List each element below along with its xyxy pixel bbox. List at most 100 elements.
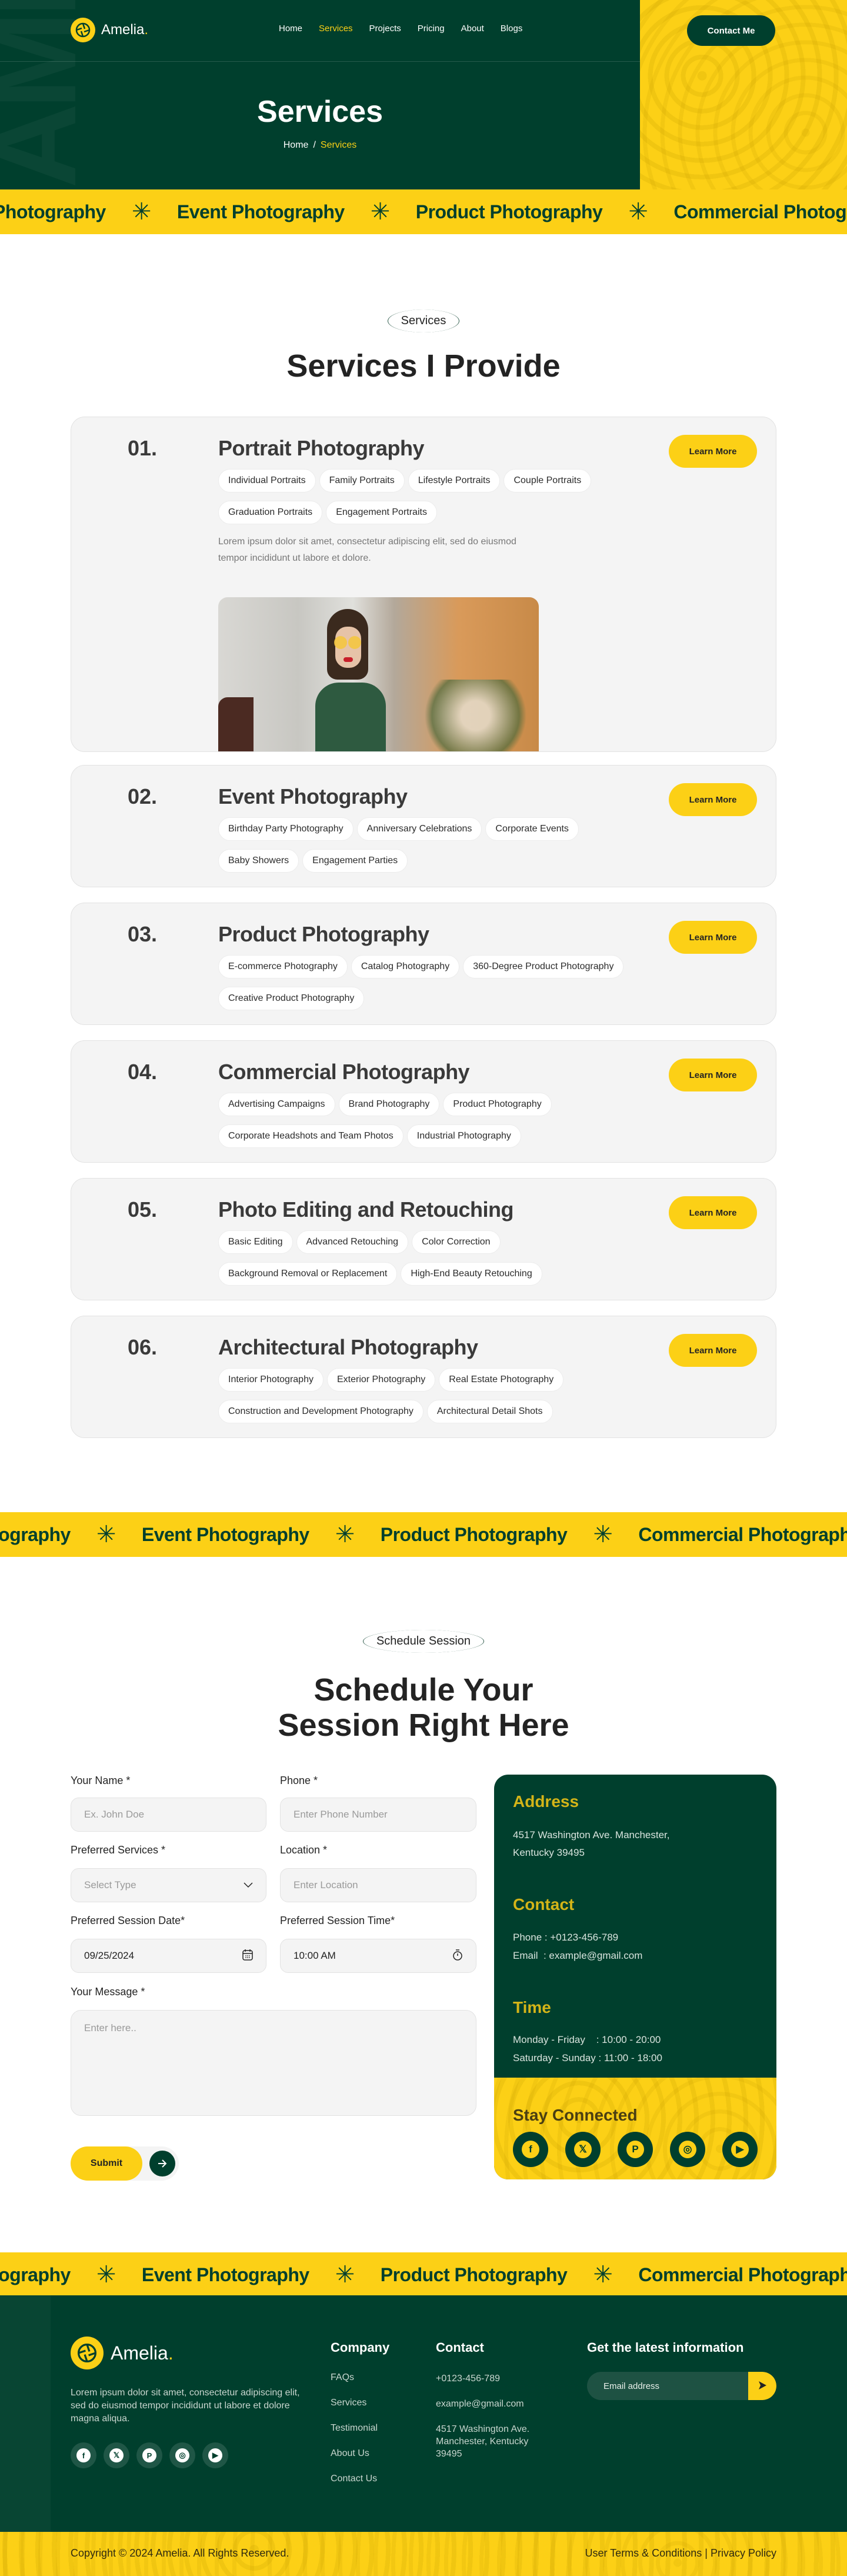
photo-subject bbox=[309, 609, 386, 751]
service-card: 01. Portrait Photography Learn More Indi… bbox=[71, 417, 776, 752]
footer-email: example@gmail.com bbox=[436, 2399, 524, 2409]
youtube-icon: ▶ bbox=[208, 2448, 222, 2462]
breadcrumb-home[interactable]: Home bbox=[284, 140, 309, 150]
nav-pricing[interactable]: Pricing bbox=[418, 24, 445, 34]
stopwatch-icon[interactable] bbox=[452, 1949, 463, 1963]
service-number: 03. bbox=[128, 922, 158, 946]
instagram-link[interactable]: ◎ bbox=[670, 2132, 705, 2167]
instagram-link[interactable]: ◎ bbox=[169, 2442, 195, 2468]
service-number: 01. bbox=[128, 436, 158, 460]
pinterest-icon: P bbox=[142, 2448, 156, 2462]
arrow-right-icon[interactable] bbox=[149, 2151, 175, 2176]
facebook-link[interactable]: f bbox=[71, 2442, 96, 2468]
footer-link-services[interactable]: Services bbox=[331, 2398, 366, 2408]
location-label: Location * bbox=[280, 1844, 328, 1856]
youtube-link[interactable]: ▶ bbox=[202, 2442, 228, 2468]
service-tag: Industrial Photography bbox=[406, 1124, 521, 1148]
time-field[interactable]: 10:00 AM bbox=[280, 1939, 476, 1973]
name-label: Your Name * bbox=[71, 1775, 131, 1786]
pinterest-link[interactable]: P bbox=[618, 2132, 653, 2167]
phone-field[interactable] bbox=[280, 1798, 476, 1832]
service-card: 04. Commercial Photography Learn More Ad… bbox=[71, 1040, 776, 1163]
x-link[interactable]: 𝕏 bbox=[565, 2132, 601, 2167]
footer-link-contact[interactable]: Contact Us bbox=[331, 2474, 377, 2484]
facebook-link[interactable]: f bbox=[513, 2132, 548, 2167]
learn-more-button[interactable]: Learn More bbox=[669, 1059, 757, 1091]
service-number: 05. bbox=[128, 1197, 158, 1222]
brand-name: Amelia. bbox=[111, 2342, 174, 2364]
phone-input[interactable] bbox=[294, 1809, 463, 1820]
service-tag: Interior Photography bbox=[218, 1368, 324, 1392]
nav-about[interactable]: About bbox=[461, 24, 484, 34]
services-marquee: Photography ✳ Event Photography ✳ Product … bbox=[0, 189, 847, 234]
service-title: Event Photography bbox=[218, 784, 408, 808]
location-field[interactable] bbox=[280, 1868, 476, 1902]
time-heading: Time bbox=[513, 1998, 551, 2016]
services-marquee: Photography ✳ Event Photography ✳ Product … bbox=[0, 1512, 847, 1557]
pinterest-link[interactable]: P bbox=[136, 2442, 162, 2468]
newsletter-form bbox=[587, 2372, 776, 2400]
name-field[interactable] bbox=[71, 1798, 266, 1832]
brand-logo[interactable]: Amelia. bbox=[71, 18, 148, 42]
x-twitter-icon: 𝕏 bbox=[109, 2448, 124, 2462]
footer-link-faqs[interactable]: FAQs bbox=[331, 2372, 354, 2383]
nav-home[interactable]: Home bbox=[279, 24, 302, 34]
services-select[interactable]: Select Type bbox=[71, 1868, 266, 1902]
location-input[interactable] bbox=[294, 1879, 463, 1891]
legal-links: User Terms & Conditions | Privacy Policy bbox=[585, 2547, 777, 2559]
submit-button[interactable]: Submit bbox=[71, 2146, 142, 2181]
service-tag: Graduation Portraits bbox=[218, 501, 323, 524]
date-field[interactable]: 09/25/2024 bbox=[71, 1939, 266, 1973]
newsletter-email-input[interactable] bbox=[587, 2372, 748, 2400]
hours-weekday: Monday - Friday : 10:00 - 20:00 bbox=[513, 2034, 661, 2045]
terms-link[interactable]: User Terms & Conditions bbox=[585, 2547, 702, 2559]
service-tag: Brand Photography bbox=[338, 1093, 440, 1116]
brand-name: Amelia. bbox=[101, 22, 149, 38]
name-input[interactable] bbox=[84, 1809, 253, 1820]
footer-link-testimonial[interactable]: Testimonial bbox=[331, 2423, 378, 2434]
footer-logo[interactable]: Amelia. bbox=[71, 2337, 174, 2369]
service-tag: Background Removal or Replacement bbox=[218, 1262, 398, 1286]
x-twitter-icon: 𝕏 bbox=[574, 2141, 592, 2158]
contact-me-button[interactable]: Contact Me bbox=[687, 15, 775, 46]
portrait-photo bbox=[218, 597, 539, 751]
service-title: Architectural Photography bbox=[218, 1335, 478, 1359]
service-tags: Birthday Party Photography Anniversary Ce… bbox=[218, 817, 630, 873]
service-tag: Corporate Headshots and Team Photos bbox=[218, 1124, 404, 1148]
learn-more-button[interactable]: Learn More bbox=[669, 783, 757, 816]
footer-phone: +0123-456-789 bbox=[436, 2374, 500, 2384]
calendar-icon[interactable] bbox=[242, 1949, 253, 1963]
aperture-icon bbox=[71, 2337, 104, 2369]
nav-services[interactable]: Services bbox=[319, 24, 353, 34]
service-tag: 360-Degree Product Photography bbox=[463, 955, 624, 979]
newsletter-submit-button[interactable] bbox=[748, 2372, 776, 2400]
copyright-bar: Copyright © 2024 Amelia. All Rights Rese… bbox=[0, 2532, 847, 2576]
service-tag: Couple Portraits bbox=[503, 469, 592, 492]
x-link[interactable]: 𝕏 bbox=[104, 2442, 129, 2468]
send-icon bbox=[757, 2380, 768, 2392]
footer-contact-heading: Contact bbox=[436, 2340, 484, 2355]
nav-blogs[interactable]: Blogs bbox=[501, 24, 523, 34]
privacy-link[interactable]: Privacy Policy bbox=[711, 2547, 776, 2559]
asterisk-star-icon: ✳ bbox=[593, 1522, 613, 1547]
nav-projects[interactable]: Projects bbox=[369, 24, 401, 34]
message-textarea[interactable] bbox=[71, 2010, 476, 2116]
service-card: 05. Photo Editing and Retouching Learn M… bbox=[71, 1178, 776, 1300]
learn-more-button[interactable]: Learn More bbox=[669, 1334, 757, 1367]
date-label: Preferred Session Date* bbox=[71, 1915, 185, 1926]
learn-more-button[interactable]: Learn More bbox=[669, 1196, 757, 1229]
asterisk-star-icon: ✳ bbox=[628, 199, 648, 225]
service-tag: Lifestyle Portraits bbox=[408, 469, 501, 492]
asterisk-star-icon: ✳ bbox=[370, 199, 391, 225]
learn-more-button[interactable]: Learn More bbox=[669, 435, 757, 468]
main-nav: Home Services Projects Pricing About Blo… bbox=[279, 24, 522, 34]
learn-more-button[interactable]: Learn More bbox=[669, 921, 757, 954]
services-marquee: Photography ✳ Event Photography ✳ Product … bbox=[0, 2252, 847, 2297]
chevron-down-icon bbox=[244, 1879, 253, 1891]
company-heading: Company bbox=[331, 2340, 390, 2355]
service-tags: Interior Photography Exterior Photography… bbox=[218, 1368, 630, 1423]
footer-link-about[interactable]: About Us bbox=[331, 2448, 369, 2459]
hours-weekend: Saturday - Sunday : 11:00 - 18:00 bbox=[513, 2052, 662, 2064]
contact-email: Email : example@gmail.com bbox=[513, 1950, 643, 1961]
youtube-link[interactable]: ▶ bbox=[722, 2132, 758, 2167]
